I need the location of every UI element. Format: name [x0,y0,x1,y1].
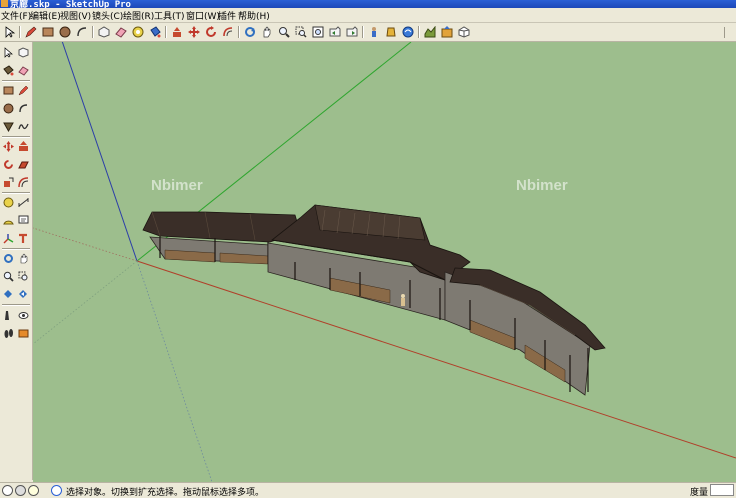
eraser-icon[interactable] [16,63,30,78]
circle-icon[interactable] [57,24,73,40]
paint-bucket-icon[interactable] [1,63,15,78]
protractor-icon[interactable] [1,213,15,228]
look-around-icon[interactable] [16,308,30,323]
orbit-icon[interactable] [1,251,15,266]
push-pull-icon[interactable] [169,24,185,40]
measurements-input[interactable] [710,484,734,496]
rectangle-icon[interactable] [40,24,56,40]
orbit-icon[interactable] [242,24,258,40]
dimension-icon[interactable] [16,195,30,210]
menu-tools[interactable]: 工具(T) [154,9,185,22]
menu-camera[interactable]: 镜头(C) [92,9,123,22]
3d-viewport[interactable]: Nbimer Nbimer [33,42,736,482]
status-bar: 选择对象。切换到扩充选择。拖动鼠标选择多项。 度量 [0,482,736,498]
line-icon[interactable] [16,83,30,98]
pencil-icon[interactable] [23,24,39,40]
pan-icon[interactable] [259,24,275,40]
offset-icon[interactable] [220,24,236,40]
scale-icon[interactable] [1,175,15,190]
pan-icon[interactable] [16,251,30,266]
menu-plugins[interactable]: 插件 [218,9,236,22]
components-icon[interactable] [456,24,472,40]
menu-draw[interactable]: 绘图(R) [123,9,154,22]
red-axis-dotted [33,227,138,262]
watermark-left: Nbimer [151,177,203,194]
green-axis-dotted [33,260,138,345]
arc-icon[interactable] [74,24,90,40]
make-component-icon[interactable] [96,24,112,40]
title-bar: 京廊.skp - SketchUp Pro [0,0,736,8]
polygon-icon[interactable] [1,119,15,134]
paint-bucket-icon[interactable] [147,24,163,40]
section-plane-icon[interactable] [16,326,30,341]
rotate-icon[interactable] [1,157,15,172]
sketchup-app-icon [1,0,8,7]
blue-axis [61,42,138,262]
share-model-icon[interactable] [439,24,455,40]
menu-file[interactable]: 文件(F) [1,9,31,22]
eraser-icon[interactable] [113,24,129,40]
previous-view-icon[interactable] [16,287,30,302]
axes-icon[interactable] [1,231,15,246]
position-camera-icon[interactable] [366,24,382,40]
status-message: 选择对象。切换到扩充选择。拖动鼠标选择多项。 [66,488,265,498]
help-icon[interactable] [51,485,62,496]
circle-icon[interactable] [1,101,15,116]
make-component-icon[interactable] [16,45,30,60]
menu-edit[interactable]: 编辑(E) [30,9,61,22]
tape-measure-icon[interactable] [1,195,15,210]
previous-view-icon[interactable] [327,24,343,40]
tape-measure-icon[interactable] [130,24,146,40]
left-toolbar [0,42,33,480]
credits-icon[interactable] [15,485,26,496]
menu-view[interactable]: 视图(V) [60,9,91,22]
zoom-icon[interactable] [276,24,292,40]
rotate-icon[interactable] [203,24,219,40]
offset-icon[interactable] [16,175,30,190]
zoom-window-icon[interactable] [293,24,309,40]
select-icon[interactable] [1,45,15,60]
arc-icon[interactable] [16,101,30,116]
next-view-icon[interactable] [344,24,360,40]
geolocation-icon[interactable] [2,485,13,496]
zoom-icon[interactable] [1,269,15,284]
blue-axis-dotted [136,260,213,482]
top-toolbar [0,23,736,42]
get-models-icon[interactable] [422,24,438,40]
menu-window[interactable]: 窗口(W) [186,9,220,22]
text-icon[interactable] [16,213,30,228]
move-icon[interactable] [1,139,15,154]
walk-icon[interactable] [383,24,399,40]
zoom-window-icon[interactable] [16,269,30,284]
zoom-extents-icon[interactable] [1,287,15,302]
look-around-icon[interactable] [400,24,416,40]
move-icon[interactable] [186,24,202,40]
watermark-right: Nbimer [516,177,568,194]
push-pull-icon[interactable] [16,139,30,154]
follow-me-icon[interactable] [16,157,30,172]
walk-icon[interactable] [1,326,15,341]
position-camera-icon[interactable] [1,308,15,323]
menu-help[interactable]: 帮助(H) [238,9,270,22]
measurements-label: 度量 [690,488,709,498]
user-icon[interactable] [28,485,39,496]
3d-text-icon[interactable] [16,231,30,246]
model-canvas [33,42,736,482]
window-title: 京廊.skp - SketchUp Pro [10,0,131,8]
rectangle-icon[interactable] [1,83,15,98]
select-icon[interactable] [2,24,18,40]
menu-bar: 文件(F) 编辑(E) 视图(V) 镜头(C) 绘图(R) 工具(T) 窗口(W… [0,8,736,23]
pavilion-corridor-model[interactable] [142,204,606,396]
zoom-extents-icon[interactable] [310,24,326,40]
freehand-icon[interactable] [16,119,30,134]
